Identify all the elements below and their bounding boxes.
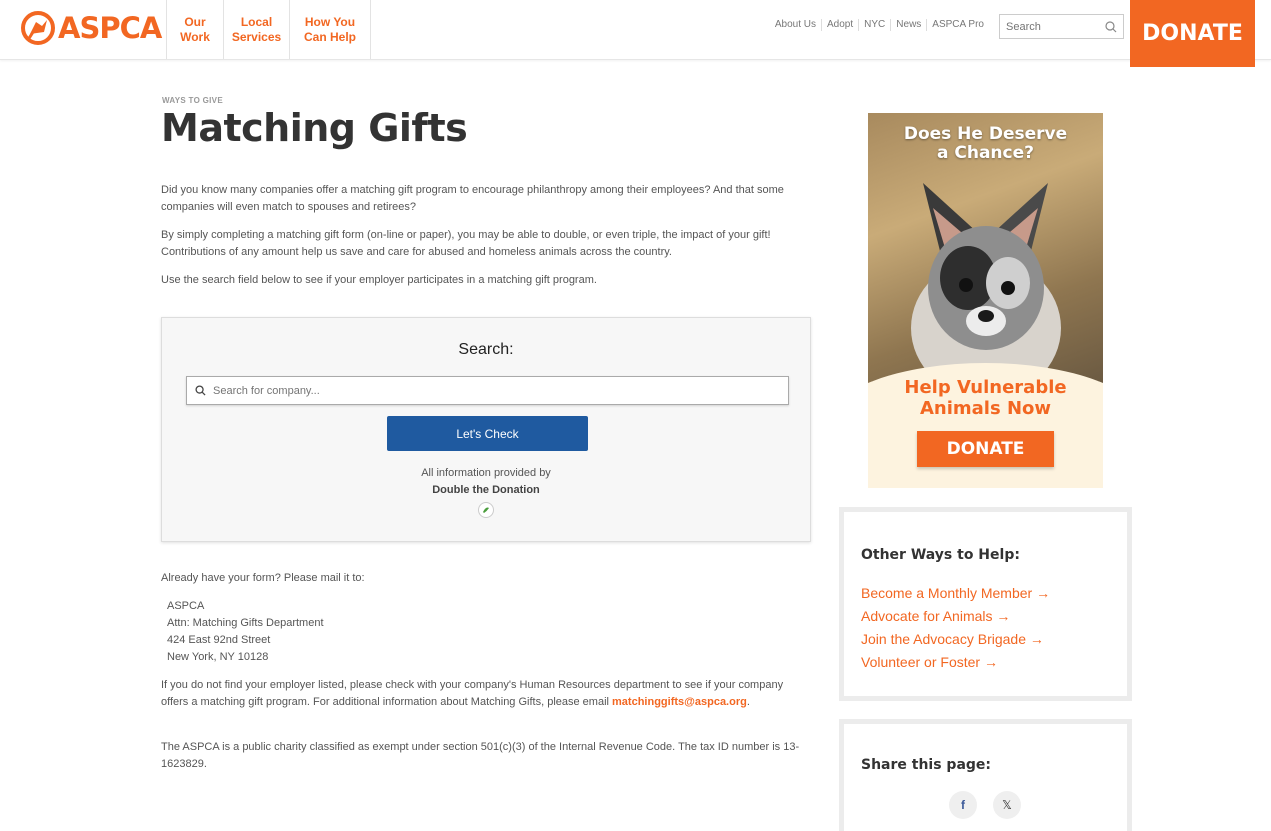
help-links-list: Become a Monthly Member → Advocate for A…: [861, 582, 1050, 674]
company-search-field: [186, 376, 789, 405]
logo-mark-icon: [21, 11, 55, 45]
double-the-donation-icon[interactable]: [478, 502, 494, 518]
provider-credit: All information provided by Double the D…: [162, 465, 810, 499]
share-panel: Share this page: f 𝕏: [839, 719, 1132, 831]
puppy-photo: Does He Deserve a Chance?: [868, 113, 1103, 398]
lets-check-button[interactable]: Let's Check: [387, 416, 588, 451]
nav-label: Local: [240, 14, 273, 29]
aspca-logo[interactable]: ASPCA: [20, 10, 162, 46]
nav-label: How You: [304, 14, 356, 29]
site-search: [999, 14, 1124, 39]
nav-how-you-can-help[interactable]: How You Can Help: [289, 0, 371, 59]
nav-label: Can Help: [303, 29, 356, 44]
ad-sub-line: Help Vulnerable: [904, 377, 1067, 398]
donate-button[interactable]: DONATE: [1130, 0, 1255, 67]
ad-headline: Does He Deserve a Chance?: [868, 125, 1103, 163]
nav-label: Our: [184, 14, 206, 29]
matching-gift-search-widget: Search: Let's Check All information prov…: [161, 317, 811, 542]
employer-not-found-paragraph: If you do not find your employer listed,…: [161, 677, 811, 711]
link-volunteer-foster[interactable]: Volunteer or Foster →: [861, 651, 1050, 674]
search-icon: [195, 385, 206, 396]
intro-paragraph: Did you know many companies offer a matc…: [161, 184, 784, 213]
nav-local-services[interactable]: Local Services: [223, 0, 289, 59]
link-monthly-member[interactable]: Become a Monthly Member →: [861, 582, 1050, 605]
address-line: 424 East 92nd Street: [167, 634, 271, 646]
link-advocate[interactable]: Advocate for Animals →: [861, 605, 1050, 628]
email-link[interactable]: matchinggifts@aspca.org: [612, 696, 747, 708]
util-aspca-pro[interactable]: ASPCA Pro: [927, 19, 989, 31]
logo-text: ASPCA: [58, 11, 162, 45]
address-line: Attn: Matching Gifts Department: [167, 617, 324, 629]
main-nav: Our Work Local Services How You Can Help: [166, 0, 371, 59]
nav-label: Work: [180, 29, 210, 44]
mailing-address: ASPCA Attn: Matching Gifts Department 42…: [167, 598, 324, 666]
util-adopt[interactable]: Adopt: [822, 19, 860, 31]
ad-sub-line: Animals Now: [919, 398, 1052, 419]
util-about-us[interactable]: About Us: [770, 19, 823, 31]
impact-paragraph: By simply completing a matching gift for…: [161, 229, 771, 258]
link-advocacy-brigade[interactable]: Join the Advocacy Brigade →: [861, 628, 1050, 651]
provided-by-text: All information provided by: [421, 467, 551, 479]
breadcrumb[interactable]: WAYS TO GIVE: [162, 96, 223, 105]
ad-headline-line: a Chance?: [936, 143, 1034, 163]
mail-instruction: Already have your form? Please mail it t…: [161, 572, 365, 584]
nav-our-work[interactable]: Our Work: [166, 0, 223, 59]
page-title: Matching Gifts: [161, 106, 468, 150]
ad-donate-button[interactable]: DONATE: [917, 431, 1054, 467]
util-nyc[interactable]: NYC: [859, 19, 892, 31]
site-search-input[interactable]: [1006, 20, 1096, 33]
site-header: ASPCA Our Work Local Services How You Can H…: [0, 0, 1271, 60]
paragraph-end: .: [746, 696, 750, 708]
donation-ad-banner[interactable]: Does He Deserve a Chance? Help Vulnerabl…: [868, 113, 1103, 488]
share-heading: Share this page:: [861, 757, 992, 773]
ad-subheadline: Help Vulnerable Animals Now: [868, 377, 1103, 419]
utility-nav: About Us Adopt NYC News ASPCA Pro: [770, 19, 989, 31]
other-ways-to-help: Other Ways to Help: Become a Monthly Mem…: [839, 507, 1132, 701]
ad-headline-line: Does He Deserve: [903, 124, 1068, 144]
other-ways-heading: Other Ways to Help:: [861, 547, 1020, 563]
address-line: New York, NY 10128: [167, 651, 269, 663]
tax-info-paragraph: The ASPCA is a public charity classified…: [161, 741, 800, 770]
search-instruction: Use the search field below to see if you…: [161, 274, 597, 286]
search-icon[interactable]: [1105, 20, 1117, 33]
company-search-input[interactable]: [213, 384, 780, 397]
x-icon[interactable]: 𝕏: [993, 791, 1021, 819]
search-label: Search:: [458, 341, 514, 358]
facebook-icon[interactable]: f: [949, 791, 977, 819]
util-news[interactable]: News: [891, 19, 928, 31]
provider-name: Double the Donation: [432, 484, 540, 496]
nav-label: Services: [231, 29, 282, 44]
address-line: ASPCA: [167, 600, 205, 612]
